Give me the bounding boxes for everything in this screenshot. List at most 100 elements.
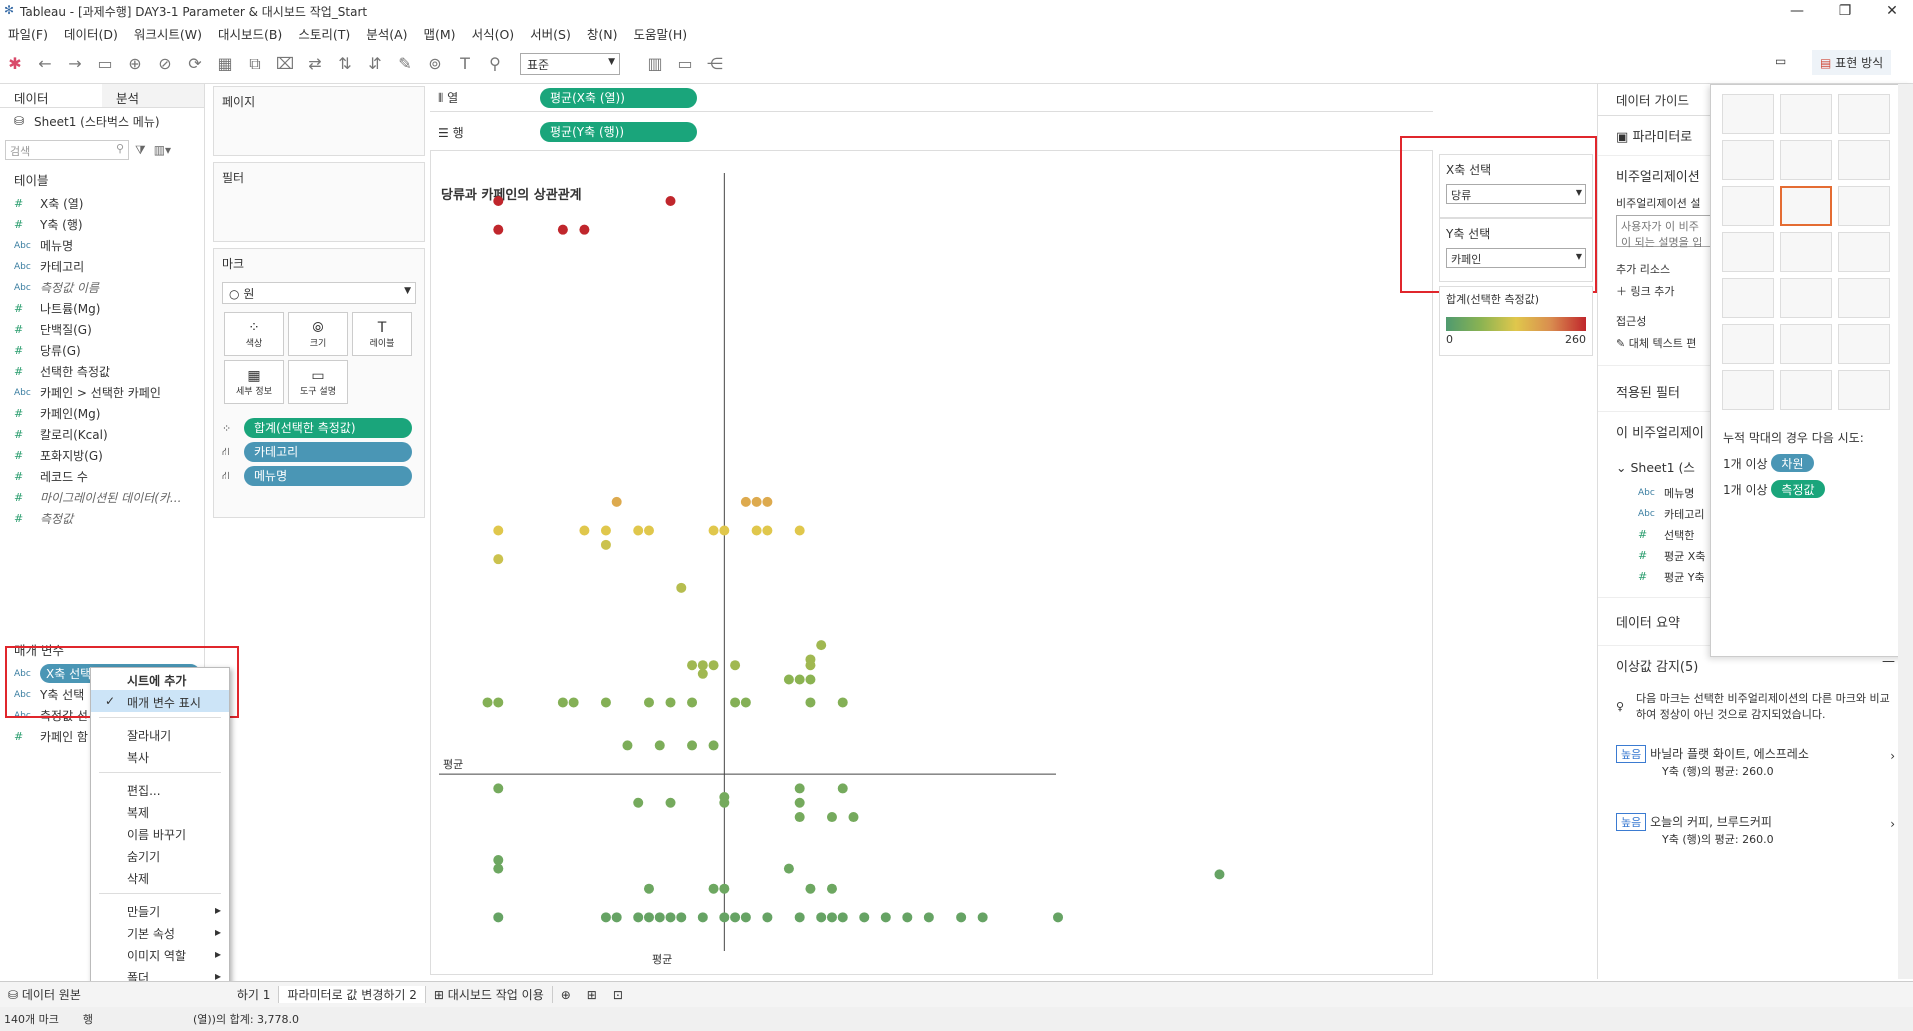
showme-chart-thumbnail[interactable] [1838, 186, 1890, 226]
tab-analytics[interactable]: 분석 [102, 84, 204, 107]
field-item[interactable]: # 마이그레이션된 데이터(카... [0, 487, 204, 508]
scatter-point[interactable] [956, 912, 967, 923]
showme-chart-thumbnail[interactable] [1780, 278, 1832, 318]
showme-chart-thumbnail[interactable] [1780, 186, 1832, 226]
showme-chart-thumbnail[interactable] [1722, 94, 1774, 134]
outlier-item-1[interactable]: 높음 바닐라 플랫 화이트, 에스프레소 Y축 (행)의 평균: 260.0 › [1598, 729, 1913, 783]
tab-datasource[interactable]: ⛁ 데이터 원본 [0, 986, 89, 1003]
scatter-point[interactable] [493, 196, 504, 206]
menu-item[interactable]: 서버(S) [522, 24, 579, 43]
menu-item[interactable]: 서식(O) [464, 24, 523, 43]
field-item[interactable]: Abc 메뉴명 [0, 235, 204, 256]
scatter-point[interactable] [687, 740, 698, 751]
scatter-point[interactable] [794, 674, 805, 685]
tableau-home-icon[interactable]: ✱ [0, 54, 30, 73]
field-item[interactable]: # X축 (열) [0, 193, 204, 214]
context-menu-item[interactable]: 복제 [91, 800, 229, 822]
scatter-point[interactable] [794, 783, 805, 794]
share-icon[interactable]: ⋲ [700, 54, 730, 73]
scatter-point[interactable] [633, 797, 644, 808]
context-menu-item[interactable]: 이미지 역할 ▸ [91, 943, 229, 965]
showme-chart-thumbnail[interactable] [1722, 370, 1774, 410]
scatter-point[interactable] [579, 224, 590, 235]
scatter-point[interactable] [493, 855, 504, 866]
scatter-point[interactable] [805, 697, 816, 708]
scatter-point[interactable] [643, 912, 654, 923]
scatter-point[interactable] [697, 668, 708, 679]
menu-item[interactable]: 워크시트(W) [126, 24, 210, 43]
tab-dashboard[interactable]: ⊞ 대시보드 작업 이용 [426, 986, 553, 1003]
scatter-point[interactable] [805, 883, 816, 894]
search-input[interactable]: 검색 ⚲ [5, 140, 129, 160]
clear-icon[interactable]: ⌧ [270, 54, 300, 73]
field-item[interactable]: # 포화지방(G) [0, 445, 204, 466]
showme-chart-thumbnail[interactable] [1780, 94, 1832, 134]
showme-chart-thumbnail[interactable] [1838, 370, 1890, 410]
scatter-point[interactable] [697, 912, 708, 923]
showme-button[interactable]: ▤ 표현 방식 [1812, 50, 1892, 75]
scatter-point[interactable] [783, 674, 794, 685]
scatter-point[interactable] [751, 525, 762, 536]
cards-icon[interactable]: ▥ [640, 54, 670, 73]
context-menu-item[interactable]: 만들기 ▸ [91, 899, 229, 921]
pause-icon[interactable]: ⊘ [150, 54, 180, 73]
scatter-point[interactable] [611, 912, 622, 923]
context-menu-item[interactable]: 삭제 [91, 866, 229, 888]
mark-pill[interactable]: 카테고리 [244, 442, 412, 462]
scatter-point[interactable] [493, 224, 504, 235]
scatter-point[interactable] [719, 525, 730, 536]
scatter-point[interactable] [751, 496, 762, 507]
outlier-item-2[interactable]: 높음 오늘의 커피, 브루드커피 Y축 (행)의 평균: 260.0 › [1598, 783, 1913, 851]
field-item[interactable]: # 나트륨(Mg) [0, 298, 204, 319]
scatter-point[interactable] [579, 525, 590, 536]
scatter-point[interactable] [708, 525, 719, 536]
minimize-icon[interactable]: — [1777, 0, 1817, 22]
scatter-point[interactable] [848, 812, 859, 823]
scatter-point[interactable] [643, 883, 654, 894]
scatter-point[interactable] [837, 912, 848, 923]
field-item[interactable]: # 선택한 측정값 [0, 361, 204, 382]
scatter-point[interactable] [794, 797, 805, 808]
showme-chart-thumbnail[interactable] [1780, 324, 1832, 364]
view-options-icon[interactable]: ▥▾ [154, 143, 171, 157]
scatter-point[interactable] [1053, 912, 1064, 923]
context-menu-item[interactable]: 잘라내기 [91, 723, 229, 745]
row-pill[interactable]: 평균(Y축 (행)) [540, 122, 697, 142]
scatter-point[interactable] [600, 539, 611, 550]
new-sheet-tab-icon[interactable]: ⊕ [553, 988, 579, 1002]
save-icon[interactable]: ▭ [90, 54, 120, 73]
menu-item[interactable]: 창(N) [579, 24, 626, 43]
presentation-icon[interactable]: ▭ [670, 54, 700, 73]
mark-type-dropdown[interactable]: ○ 원 ▼ [222, 282, 416, 304]
scatter-point[interactable] [708, 660, 719, 671]
scatter-point[interactable] [977, 912, 988, 923]
tab-data[interactable]: 데이터 [0, 84, 102, 107]
menu-item[interactable]: 대시보드(B) [210, 24, 290, 43]
scatter-point[interactable] [654, 912, 665, 923]
scatter-point[interactable] [482, 697, 493, 708]
context-menu-item[interactable]: 편집... [91, 778, 229, 800]
scatter-point[interactable] [740, 697, 751, 708]
scatter-point[interactable] [493, 912, 504, 923]
field-item[interactable]: # 당류(G) [0, 340, 204, 361]
scatter-point[interactable] [697, 660, 708, 671]
showme-chart-thumbnail[interactable] [1838, 232, 1890, 272]
scatter-point[interactable] [794, 525, 805, 536]
showme-chart-thumbnail[interactable] [1780, 140, 1832, 180]
new-datasource-icon[interactable]: ⊕ [120, 54, 150, 73]
labels-icon[interactable]: T [450, 54, 480, 73]
scatter-point[interactable] [643, 525, 654, 536]
fit-dropdown[interactable]: 표준 ▼ [520, 52, 620, 75]
scatter-point[interactable] [837, 783, 848, 794]
scatter-point[interactable] [730, 697, 741, 708]
scatter-point[interactable] [719, 883, 730, 894]
scatter-point[interactable] [880, 912, 891, 923]
scatter-point[interactable] [622, 740, 633, 751]
scatter-point[interactable] [1214, 869, 1225, 880]
scatter-point[interactable] [493, 525, 504, 536]
context-menu-item[interactable]: 이름 바꾸기 [91, 822, 229, 844]
scatter-point[interactable] [740, 496, 751, 507]
close-icon[interactable]: ✕ [1872, 0, 1912, 22]
scatter-point[interactable] [762, 525, 773, 536]
right-scrollbar[interactable] [1898, 84, 1913, 979]
